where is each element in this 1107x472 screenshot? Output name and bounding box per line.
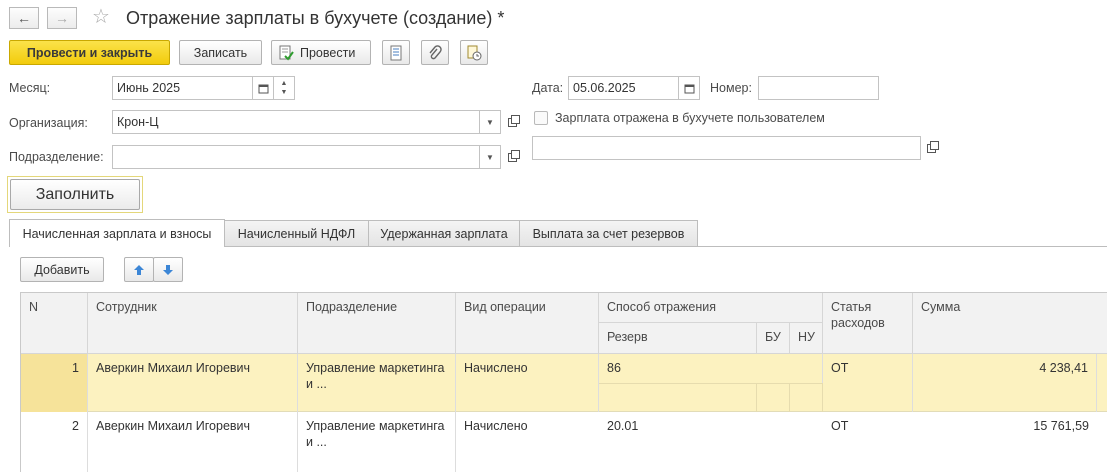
open-external-icon (507, 114, 520, 127)
comment-field[interactable] (532, 136, 921, 160)
calendar-icon (684, 84, 694, 93)
move-down-button[interactable] (153, 257, 183, 282)
calendar-icon (258, 84, 268, 93)
cell-department[interactable]: Управление маркетинга и ... (298, 412, 456, 472)
header-department[interactable]: Подразделение (298, 293, 456, 354)
table-row[interactable]: 2 Аверкин Михаил Игоревич Управление мар… (21, 412, 1107, 472)
header-nu[interactable]: НУ (790, 323, 823, 354)
favorite-star-icon[interactable]: ☆ (92, 6, 110, 28)
tab-reserve-payments[interactable]: Выплата за счет резервов (519, 220, 698, 246)
header-sum[interactable]: Сумма (913, 293, 1107, 354)
tab-accrued-salary[interactable]: Начисленная зарплата и взносы (9, 219, 225, 247)
cell-method[interactable]: 20.01 (599, 412, 823, 472)
month-stepper[interactable]: ▲ ▼ (273, 76, 295, 100)
back-button[interactable]: ← (9, 7, 39, 29)
save-button[interactable]: Записать (179, 40, 262, 65)
department-dropdown-button[interactable]: ▼ (479, 145, 501, 169)
cell-operation[interactable]: Начислено (456, 412, 599, 472)
fill-button-frame: Заполнить (7, 176, 143, 213)
stepper-down-icon[interactable]: ▼ (281, 88, 288, 97)
document-clock-icon (467, 45, 482, 60)
month-calendar-button[interactable] (252, 76, 274, 100)
cell-expense[interactable]: ОТ (823, 412, 913, 472)
number-label: Номер: (710, 81, 752, 95)
arrow-left-icon: ← (17, 10, 31, 26)
chevron-down-icon: ▼ (486, 152, 494, 162)
table-row[interactable]: 1 Аверкин Михаил Игоревич Управление мар… (21, 354, 1107, 412)
header-bu[interactable]: БУ (757, 323, 790, 354)
add-row-button[interactable]: Добавить (20, 257, 104, 282)
cell-nu[interactable] (790, 383, 823, 412)
cell-reserve[interactable] (599, 383, 757, 412)
report-button[interactable] (382, 40, 410, 65)
document-structure-button[interactable] (460, 40, 488, 65)
header-operation[interactable]: Вид операции (456, 293, 599, 354)
date-calendar-button[interactable] (678, 76, 700, 100)
stepper-up-icon[interactable]: ▲ (281, 79, 288, 88)
month-field[interactable]: Июнь 2025 (112, 76, 253, 100)
header-reserve[interactable]: Резерв (599, 323, 757, 354)
post-document-icon (279, 45, 294, 61)
cell-employee[interactable]: Аверкин Михаил Игоревич (88, 354, 298, 412)
chevron-down-icon: ▼ (486, 117, 494, 127)
header-employee[interactable]: Сотрудник (88, 293, 298, 354)
date-label: Дата: (532, 81, 564, 95)
organization-field[interactable]: Крон-Ц (112, 110, 480, 134)
tab-accrued-ndfl[interactable]: Начисленный НДФЛ (224, 220, 369, 246)
page-title: Отражение зарплаты в бухучете (создание)… (126, 8, 505, 28)
paperclip-icon (429, 44, 442, 59)
cell-n[interactable]: 2 (21, 412, 88, 472)
open-external-icon (507, 149, 520, 162)
cell-sum[interactable]: 4 238,41 (913, 354, 1097, 412)
cell-sum[interactable]: 15 761,59 (913, 412, 1097, 472)
fill-button[interactable]: Заполнить (10, 179, 140, 210)
header-method[interactable]: Способ отражения (599, 293, 823, 323)
post-button-label: Провести (300, 45, 356, 60)
date-field[interactable]: 05.06.2025 (568, 76, 679, 100)
list-report-icon (390, 45, 402, 60)
cell-method[interactable]: 86 (599, 354, 823, 383)
attach-button[interactable] (421, 40, 449, 65)
department-field[interactable] (112, 145, 480, 169)
cell-employee[interactable]: Аверкин Михаил Игоревич (88, 412, 298, 472)
organization-label: Организация: (9, 116, 88, 130)
cell-operation[interactable]: Начислено (456, 354, 599, 412)
reflected-by-user-label: Зарплата отражена в бухучете пользовател… (555, 111, 825, 125)
forward-button[interactable]: → (47, 7, 77, 29)
department-open-button[interactable] (503, 148, 521, 166)
arrow-up-icon (134, 264, 144, 275)
department-label: Подразделение: (9, 150, 104, 164)
month-label: Месяц: (9, 81, 51, 95)
cell-bu[interactable] (757, 383, 790, 412)
tab-withheld-salary[interactable]: Удержанная зарплата (368, 220, 520, 246)
arrow-down-icon (163, 264, 173, 275)
cell-department[interactable]: Управление маркетинга и ... (298, 354, 456, 412)
organization-open-button[interactable] (503, 113, 521, 131)
organization-dropdown-button[interactable]: ▼ (479, 110, 501, 134)
arrow-right-icon: → (55, 10, 69, 26)
cell-expense[interactable]: ОТ (823, 354, 913, 412)
move-up-button[interactable] (124, 257, 154, 282)
comment-open-button[interactable] (922, 139, 940, 157)
post-and-close-button[interactable]: Провести и закрыть (9, 40, 170, 65)
reflected-by-user-checkbox[interactable] (534, 111, 548, 125)
header-n[interactable]: N (21, 293, 88, 354)
header-expense[interactable]: Статья расходов (823, 293, 913, 354)
number-field[interactable] (758, 76, 879, 100)
post-button[interactable]: Провести (271, 40, 371, 65)
cell-n[interactable]: 1 (21, 354, 88, 412)
accruals-table: N Сотрудник Подразделение Вид операции С… (20, 292, 1107, 472)
open-external-icon (926, 140, 939, 153)
